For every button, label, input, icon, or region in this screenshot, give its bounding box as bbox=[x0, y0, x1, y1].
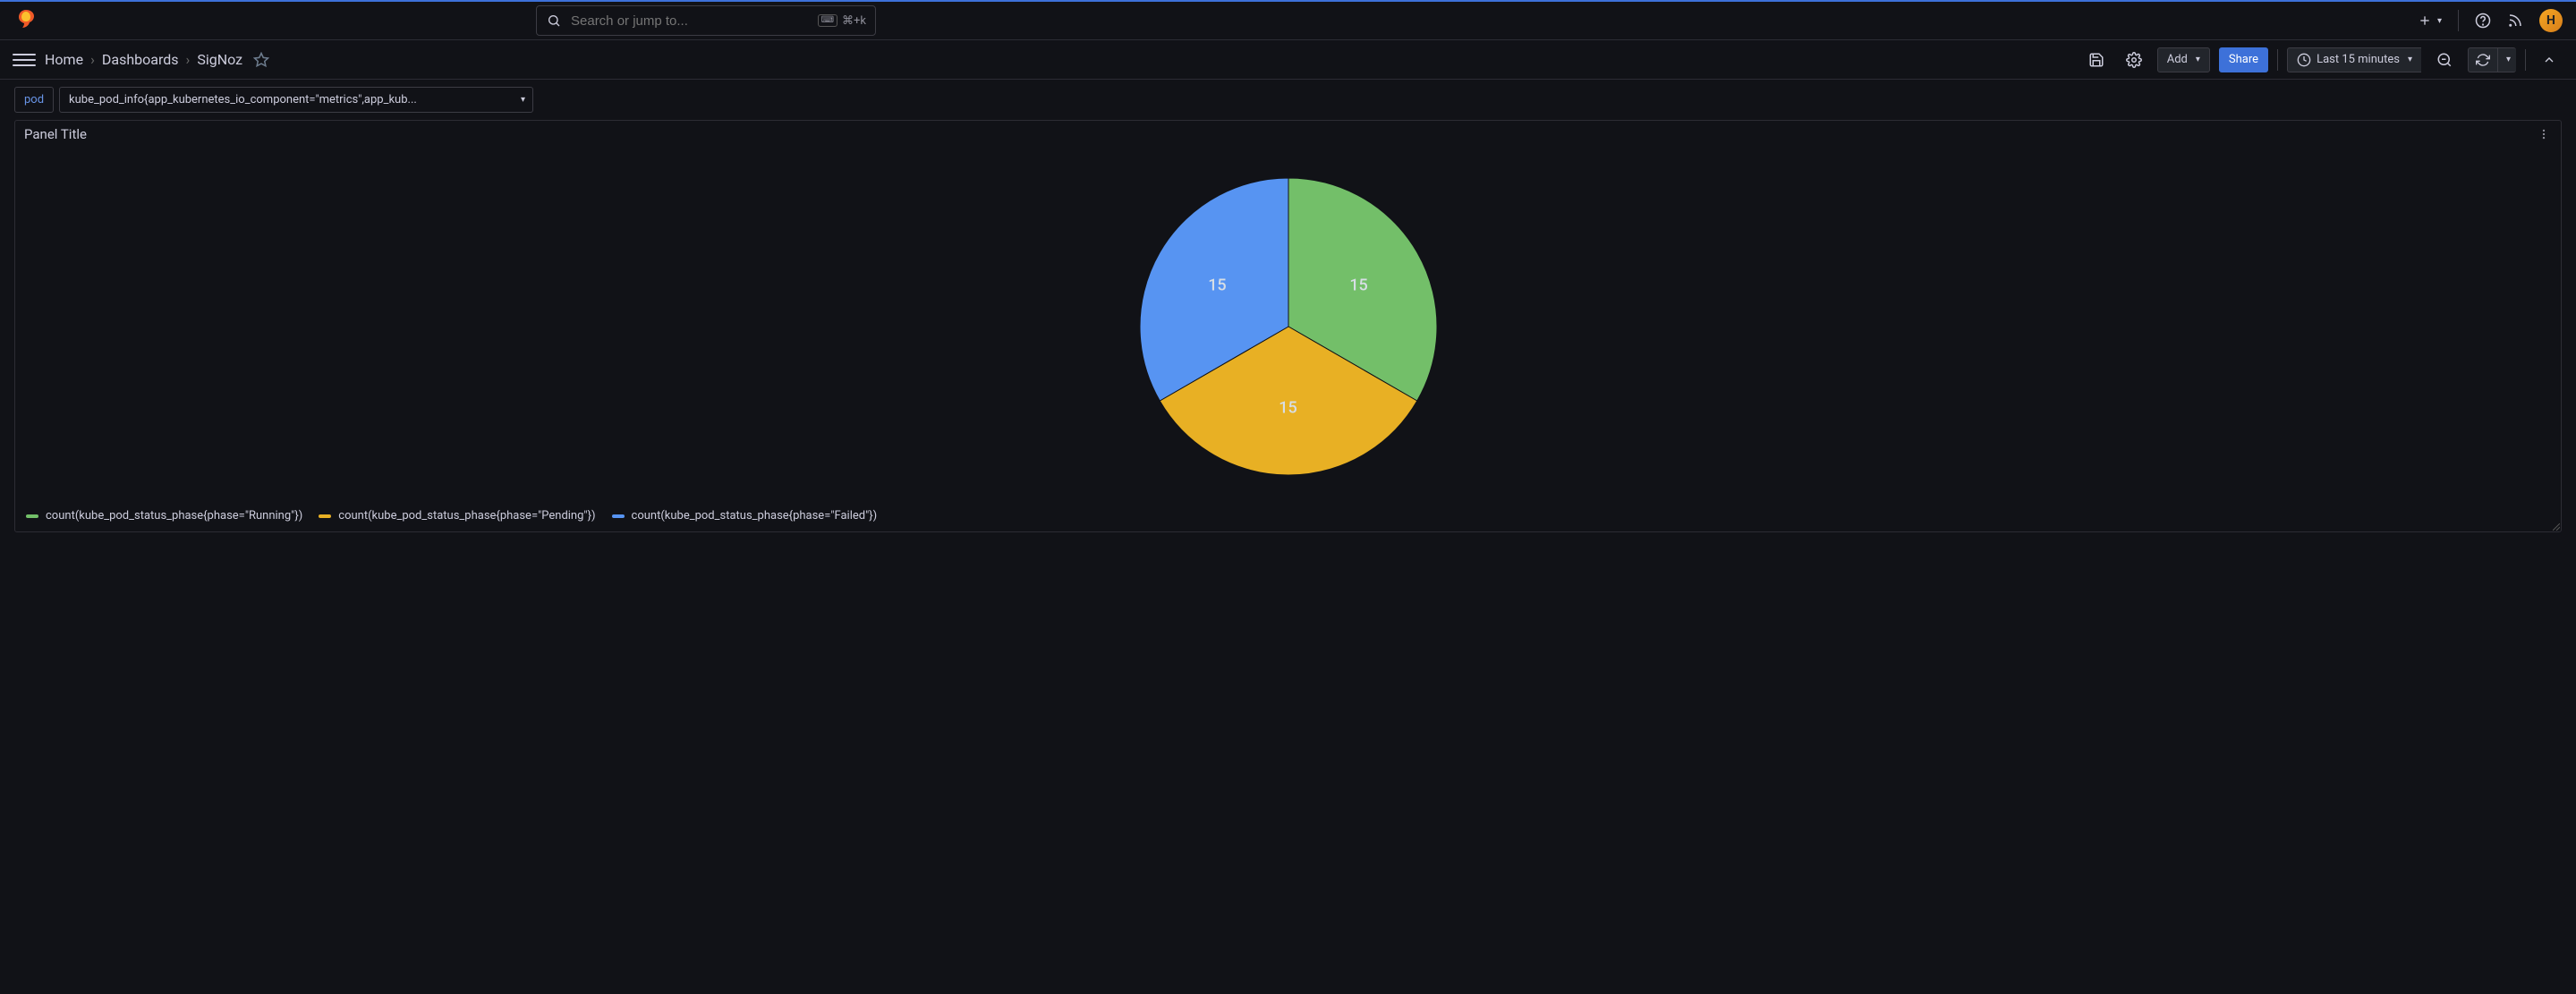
divider bbox=[2525, 49, 2526, 71]
legend-label: count(kube_pod_status_phase{phase="Faile… bbox=[632, 509, 878, 522]
variable-row: pod kube_pod_info{app_kubernetes_io_comp… bbox=[0, 80, 2576, 120]
time-picker: Last 15 minutes ▾ bbox=[2287, 47, 2421, 72]
divider bbox=[2458, 10, 2459, 31]
variable-label-text: pod bbox=[24, 93, 44, 106]
user-avatar[interactable]: H bbox=[2539, 9, 2563, 32]
keyboard-icon: ⌨ bbox=[818, 14, 837, 27]
pie-chart[interactable]: 15 15 15 bbox=[1140, 178, 1437, 475]
chart-legend: count(kube_pod_status_phase{phase="Runni… bbox=[15, 505, 2561, 531]
panel-body: 15 15 15 bbox=[15, 148, 2561, 505]
chevron-right-icon: › bbox=[186, 51, 191, 68]
legend-label: count(kube_pod_status_phase{phase="Runni… bbox=[46, 509, 302, 522]
clock-icon bbox=[2297, 53, 2311, 67]
news-icon[interactable] bbox=[2507, 13, 2523, 29]
top-nav-right: ▾ H bbox=[2418, 9, 2563, 32]
panel-title: Panel Title bbox=[24, 126, 87, 142]
time-range-label: Last 15 minutes bbox=[2317, 53, 2400, 66]
breadcrumb: Home › Dashboards › SigNoz bbox=[45, 51, 269, 68]
variable-select[interactable]: kube_pod_info{app_kubernetes_io_componen… bbox=[59, 87, 533, 113]
refresh-interval-button[interactable]: ▾ bbox=[2497, 47, 2516, 72]
search-shortcut: ⌨ ⌘+k bbox=[818, 14, 866, 28]
top-nav: ⌨ ⌘+k ▾ H bbox=[0, 0, 2576, 40]
breadcrumb-home[interactable]: Home bbox=[45, 51, 83, 68]
panel: Panel Title 15 15 15 count(kube_pod_status… bbox=[14, 120, 2562, 532]
help-icon[interactable] bbox=[2475, 13, 2491, 29]
add-button[interactable]: Add ▾ bbox=[2157, 47, 2210, 72]
share-button[interactable]: Share bbox=[2219, 47, 2268, 72]
star-icon[interactable] bbox=[253, 52, 269, 68]
add-menu[interactable]: ▾ bbox=[2418, 13, 2442, 28]
menu-toggle-icon[interactable] bbox=[13, 48, 36, 72]
variable-label[interactable]: pod bbox=[14, 87, 54, 113]
refresh-button[interactable] bbox=[2468, 47, 2497, 72]
breadcrumb-dashboards[interactable]: Dashboards bbox=[102, 51, 179, 68]
legend-label: count(kube_pod_status_phase{phase="Pendi… bbox=[338, 509, 595, 522]
save-dashboard-icon[interactable] bbox=[2082, 47, 2111, 72]
settings-icon[interactable] bbox=[2120, 47, 2148, 72]
share-button-label: Share bbox=[2229, 53, 2258, 66]
divider bbox=[2277, 49, 2278, 71]
search-icon bbox=[546, 13, 562, 29]
legend-swatch bbox=[26, 514, 38, 518]
chevron-right-icon: › bbox=[90, 51, 95, 68]
pie-slice-label: 15 bbox=[1349, 276, 1367, 295]
zoom-out-icon[interactable] bbox=[2430, 47, 2459, 72]
dashboard-toolbar: Home › Dashboards › SigNoz Add ▾ Share bbox=[0, 40, 2576, 80]
panel-menu-icon[interactable] bbox=[2536, 126, 2552, 142]
legend-swatch bbox=[319, 514, 331, 518]
pie-slice-label: 15 bbox=[1208, 276, 1226, 295]
search-input[interactable] bbox=[571, 13, 809, 29]
toolbar-left: Home › Dashboards › SigNoz bbox=[13, 48, 269, 72]
chevron-down-icon: ▾ bbox=[2408, 55, 2412, 64]
refresh-icon bbox=[2476, 53, 2490, 67]
panel-grid: Panel Title 15 15 15 count(kube_pod_status… bbox=[14, 120, 2562, 532]
panel-header[interactable]: Panel Title bbox=[15, 121, 2561, 148]
grafana-logo-icon[interactable] bbox=[13, 8, 38, 33]
pie-slice-label: 15 bbox=[1279, 399, 1297, 418]
legend-swatch bbox=[612, 514, 625, 518]
chevron-down-icon: ▾ bbox=[2437, 16, 2442, 26]
variable-value: kube_pod_info{app_kubernetes_io_componen… bbox=[69, 93, 417, 106]
chevron-down-icon: ▾ bbox=[521, 95, 525, 105]
chevron-down-icon: ▾ bbox=[2506, 55, 2511, 64]
add-button-label: Add bbox=[2167, 53, 2188, 66]
shortcut-label: ⌘+k bbox=[842, 14, 866, 28]
breadcrumb-current: SigNoz bbox=[197, 51, 242, 68]
collapse-icon[interactable] bbox=[2535, 47, 2563, 72]
refresh-group: ▾ bbox=[2468, 47, 2516, 72]
chevron-down-icon: ▾ bbox=[2196, 55, 2200, 64]
legend-item-pending[interactable]: count(kube_pod_status_phase{phase="Pendi… bbox=[319, 509, 595, 522]
top-nav-left bbox=[13, 8, 38, 33]
global-search[interactable]: ⌨ ⌘+k bbox=[536, 5, 876, 36]
time-range-button[interactable]: Last 15 minutes ▾ bbox=[2287, 47, 2421, 72]
panel-resize-handle[interactable] bbox=[2553, 523, 2560, 531]
legend-item-failed[interactable]: count(kube_pod_status_phase{phase="Faile… bbox=[612, 509, 878, 522]
toolbar-right: Add ▾ Share Last 15 minutes ▾ ▾ bbox=[2082, 47, 2563, 72]
legend-item-running[interactable]: count(kube_pod_status_phase{phase="Runni… bbox=[26, 509, 302, 522]
